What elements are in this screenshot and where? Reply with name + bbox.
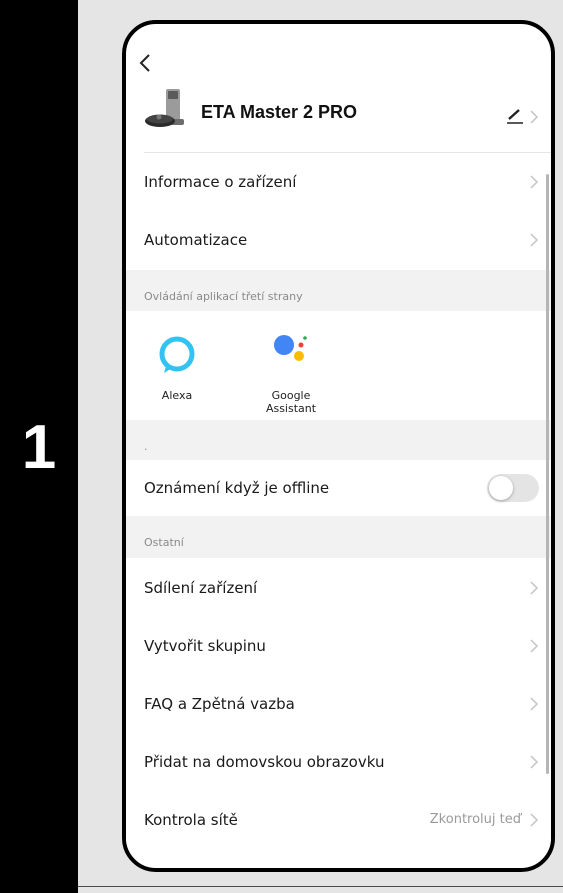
bottom-rule <box>78 886 563 887</box>
chevron-right-icon <box>530 581 539 595</box>
section-third-party: Ovládání aplikací třetí strany <box>126 270 551 311</box>
row-label: Vytvořit skupinu <box>144 637 266 655</box>
row-label: Oznámení když je offline <box>144 479 330 497</box>
section-label: Ovládání aplikací třetí strany <box>144 290 303 303</box>
row-add-to-homescreen[interactable]: Přidat na domovskou obrazovku <box>126 734 551 790</box>
row-label: Sdílení zařízení <box>144 579 258 597</box>
step-number: 1 <box>21 413 57 482</box>
chevron-right-icon <box>530 175 539 189</box>
chevron-right-icon <box>530 233 539 247</box>
phone-frame: ETA Master 2 PRO Informace o zařízení Au… <box>122 20 555 872</box>
toggle-knob <box>489 476 513 500</box>
section-other: Ostatní <box>126 516 551 558</box>
scrollbar[interactable] <box>546 174 549 774</box>
google-assistant-integration[interactable]: Google Assistant <box>246 331 336 415</box>
google-assistant-icon <box>274 335 307 361</box>
robot-vacuum-icon <box>145 89 184 127</box>
row-label: Informace o zařízení <box>144 173 297 191</box>
section-offline: . <box>126 420 551 460</box>
chevron-right-icon[interactable] <box>529 109 539 125</box>
row-network-check[interactable]: Kontrola sítě Zkontroluj teď <box>126 792 551 848</box>
row-share-device[interactable]: Sdílení zařízení <box>126 560 551 616</box>
row-device-info[interactable]: Informace o zařízení <box>126 154 551 210</box>
section-label: . <box>144 440 148 453</box>
alexa-integration[interactable]: Alexa <box>148 335 206 402</box>
alexa-icon <box>159 336 195 373</box>
integration-label: Alexa <box>161 389 193 402</box>
row-label: Kontrola sítě <box>144 811 238 829</box>
chevron-right-icon <box>530 639 539 653</box>
section-label: Ostatní <box>144 536 184 549</box>
edit-pencil-icon[interactable] <box>506 108 524 124</box>
integrations-panel: Alexa Google Assistant <box>126 311 551 420</box>
row-create-group[interactable]: Vytvořit skupinu <box>126 618 551 674</box>
back-icon[interactable] <box>135 52 155 74</box>
header-divider <box>144 152 551 153</box>
chevron-right-icon <box>530 755 539 769</box>
chevron-right-icon <box>530 813 539 827</box>
row-faq-feedback[interactable]: FAQ a Zpětná vazba <box>126 676 551 732</box>
row-offline-notification: Oznámení když je offline <box>126 460 551 516</box>
row-label: Přidat na domovskou obrazovku <box>144 753 385 771</box>
integration-label: Google Assistant <box>265 389 317 415</box>
network-check-value: Zkontroluj teď <box>429 812 521 827</box>
chevron-right-icon <box>530 697 539 711</box>
device-name: ETA Master 2 PRO <box>201 102 358 122</box>
offline-notification-toggle[interactable] <box>487 474 539 502</box>
row-label: Automatizace <box>144 231 248 249</box>
row-automation[interactable]: Automatizace <box>126 212 551 268</box>
row-label: FAQ a Zpětná vazba <box>144 695 295 713</box>
